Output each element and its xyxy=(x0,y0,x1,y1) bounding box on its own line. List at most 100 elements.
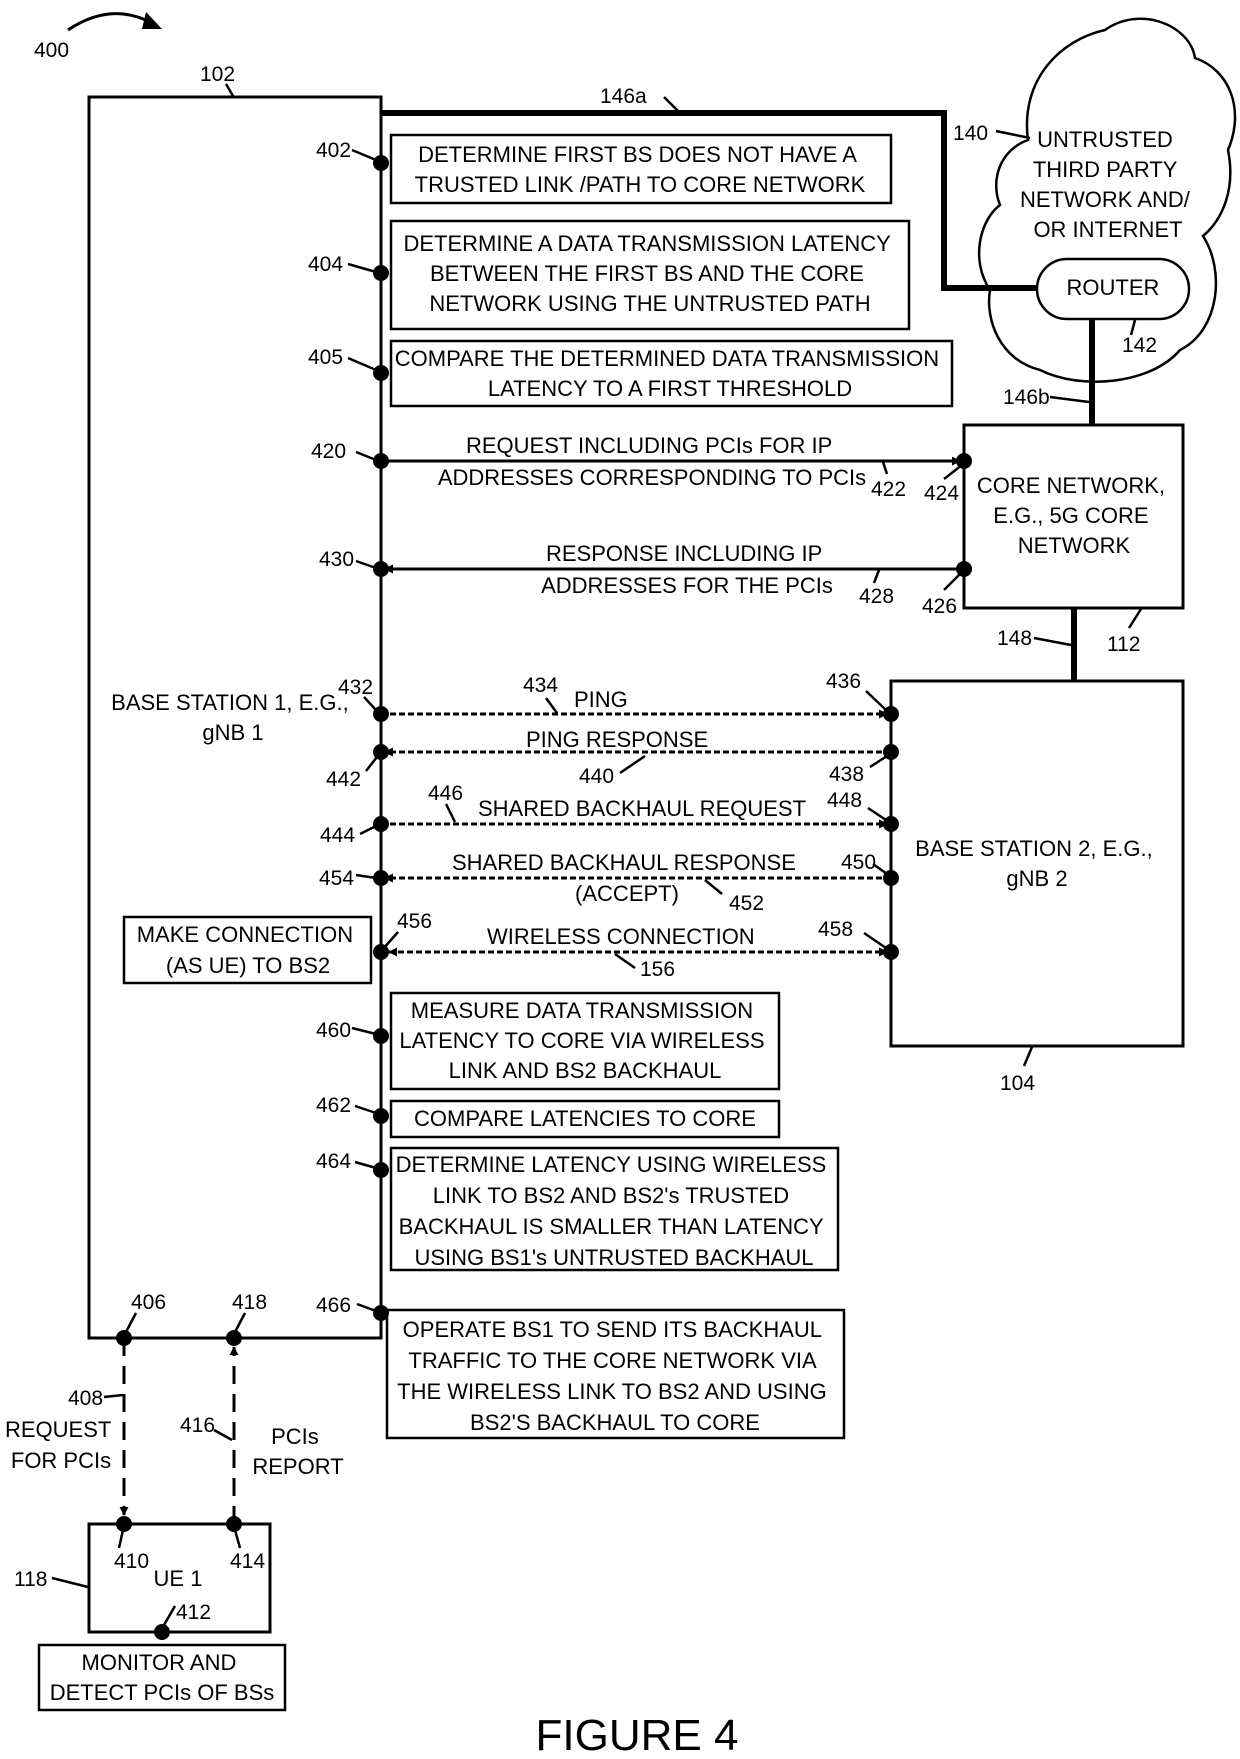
step-404-text: DETERMINE A DATA TRANSMISSION LATENCY BE… xyxy=(403,231,896,316)
leader-436 xyxy=(865,690,887,711)
bs2-ref-label: 104 xyxy=(1000,1072,1035,1095)
message-response-ips: RESPONSE INCLUDING IP ADDRESSES FOR THE … xyxy=(319,541,972,618)
message-ping: PING 432 434 436 xyxy=(338,670,899,722)
ref-444: 444 xyxy=(320,824,355,847)
ref-422: 422 xyxy=(871,478,906,501)
message-ping-response: PING RESPONSE 442 440 438 xyxy=(326,727,899,791)
ref-450: 450 xyxy=(841,851,876,874)
step-466-ref: 466 xyxy=(316,1294,351,1317)
node-418 xyxy=(226,1330,242,1346)
step-460-leader xyxy=(351,1026,377,1036)
step-462: COMPARE LATENCIES TO CORE 462 xyxy=(316,1094,781,1139)
step-464-leader xyxy=(354,1160,377,1170)
step-402: DETERMINE FIRST BS DOES NOT HAVE A TRUST… xyxy=(316,133,893,205)
step-464-node xyxy=(373,1162,389,1178)
figure-ref-label: 400 xyxy=(34,39,69,62)
message-shared-backhaul-response: SHARED BACKHAUL RESPONSE (ACCEPT) 454 45… xyxy=(319,850,899,915)
leader-414 xyxy=(233,1529,242,1549)
shared-backhaul-request-text: SHARED BACKHAUL REQUEST xyxy=(478,796,806,821)
step-466-text: OPERATE BS1 TO SEND ITS BACKHAUL TRAFFIC… xyxy=(397,1317,833,1435)
step-460-ref: 460 xyxy=(316,1019,351,1042)
step-464: DETERMINE LATENCY USING WIRELESS LINK TO… xyxy=(316,1146,840,1272)
leader-412 xyxy=(162,1605,177,1626)
step-466: OPERATE BS1 TO SEND ITS BACKHAUL TRAFFIC… xyxy=(316,1294,846,1440)
leader-446 xyxy=(444,803,457,823)
ref-454: 454 xyxy=(319,867,354,890)
ref-458: 458 xyxy=(818,918,853,941)
step-462-ref: 462 xyxy=(316,1094,351,1117)
ref-424: 424 xyxy=(924,482,959,505)
step-462-node xyxy=(373,1108,389,1124)
leader-420 xyxy=(355,450,377,462)
ref-440: 440 xyxy=(579,765,614,788)
ref-408: 408 xyxy=(68,1387,103,1410)
leader-430 xyxy=(355,559,377,570)
step-404-ref: 404 xyxy=(308,253,343,276)
leader-456 xyxy=(382,931,399,950)
core-network-label: CORE NETWORK, E.G., 5G CORE NETWORK xyxy=(977,473,1171,558)
leader-416 xyxy=(213,1428,233,1442)
ref-410: 410 xyxy=(114,1550,149,1573)
step-405-text: COMPARE THE DETERMINED DATA TRANSMISSION… xyxy=(395,346,946,401)
bs1-ref-label: 102 xyxy=(200,63,235,86)
link-146a-leader xyxy=(663,96,679,112)
make-connection-text: MAKE CONNECTION (AS UE) TO BS2 xyxy=(137,922,359,978)
message-request-for-pcis: 406 408 REQUEST FOR PCIs 410 xyxy=(5,1291,166,1573)
wireless-connection-text: WIRELESS CONNECTION xyxy=(487,924,755,949)
step-404-leader xyxy=(347,262,377,274)
message-pcis-report: 418 416 PCIs REPORT 414 xyxy=(180,1291,344,1573)
step-464-text: DETERMINE LATENCY USING WIRELESS LINK TO… xyxy=(396,1152,833,1270)
ref-406: 406 xyxy=(131,1291,166,1314)
router-ref-label: 142 xyxy=(1122,334,1157,357)
link-146b-label: 146b xyxy=(1003,386,1050,409)
ping-text: PING xyxy=(574,687,628,712)
ref-430: 430 xyxy=(319,548,354,571)
ref-156: 156 xyxy=(640,958,675,981)
figure-ref-arrowhead-icon xyxy=(142,12,162,29)
cloud-label: UNTRUSTED THIRD PARTY NETWORK AND/ OR IN… xyxy=(1020,127,1196,242)
ref-452: 452 xyxy=(729,892,764,915)
link-148-leader xyxy=(1033,636,1072,647)
figure-ref-arrow xyxy=(67,12,151,32)
ref-426: 426 xyxy=(922,595,957,618)
step-404: DETERMINE A DATA TRANSMISSION LATENCY BE… xyxy=(308,219,911,331)
router-label: ROUTER xyxy=(1067,275,1160,300)
ref-428: 428 xyxy=(859,585,894,608)
ref-420: 420 xyxy=(311,440,346,463)
ref-446: 446 xyxy=(428,782,463,805)
link-146a-label: 146a xyxy=(600,85,647,108)
step-462-leader xyxy=(354,1104,377,1115)
step-466-leader xyxy=(356,1302,377,1313)
leader-454 xyxy=(355,873,377,880)
leader-156 xyxy=(614,952,636,970)
node-412 xyxy=(154,1624,170,1640)
pcis-report-text: PCIs REPORT xyxy=(252,1424,343,1479)
leader-444 xyxy=(359,824,377,836)
leader-458 xyxy=(863,931,887,950)
bs2-leader xyxy=(1022,1046,1034,1067)
core-ref-label: 112 xyxy=(1107,633,1140,656)
leader-440 xyxy=(619,754,646,775)
step-462-text: COMPARE LATENCIES TO CORE xyxy=(414,1106,756,1131)
step-402-leader xyxy=(351,148,377,162)
leader-442 xyxy=(365,756,378,772)
leader-408 xyxy=(103,1393,124,1399)
leader-406 xyxy=(124,1312,138,1333)
ue-ref-label: 118 xyxy=(14,1568,47,1591)
step-402-ref: 402 xyxy=(316,139,351,162)
bs2-label: BASE STATION 2, E.G., gNB 2 xyxy=(915,836,1159,891)
step-460-text: MEASURE DATA TRANSMISSION LATENCY TO COR… xyxy=(399,998,770,1083)
step-405-leader xyxy=(347,356,377,372)
bs1-label: BASE STATION 1, E.G., gNB 1 xyxy=(111,690,355,745)
ref-434: 434 xyxy=(523,674,558,697)
step-460-node xyxy=(373,1028,389,1044)
leader-422 xyxy=(881,461,889,475)
ref-436: 436 xyxy=(826,670,861,693)
step-460: MEASURE DATA TRANSMISSION LATENCY TO COR… xyxy=(316,991,781,1091)
leader-410 xyxy=(117,1529,125,1549)
message-wireless-connection: WIRELESS CONNECTION 456 156 458 xyxy=(373,910,899,981)
step-405-ref: 405 xyxy=(308,346,343,369)
request-for-pcis-text: REQUEST FOR PCIs xyxy=(5,1417,117,1473)
ref-438: 438 xyxy=(829,763,864,786)
ref-412: 412 xyxy=(176,1601,211,1624)
